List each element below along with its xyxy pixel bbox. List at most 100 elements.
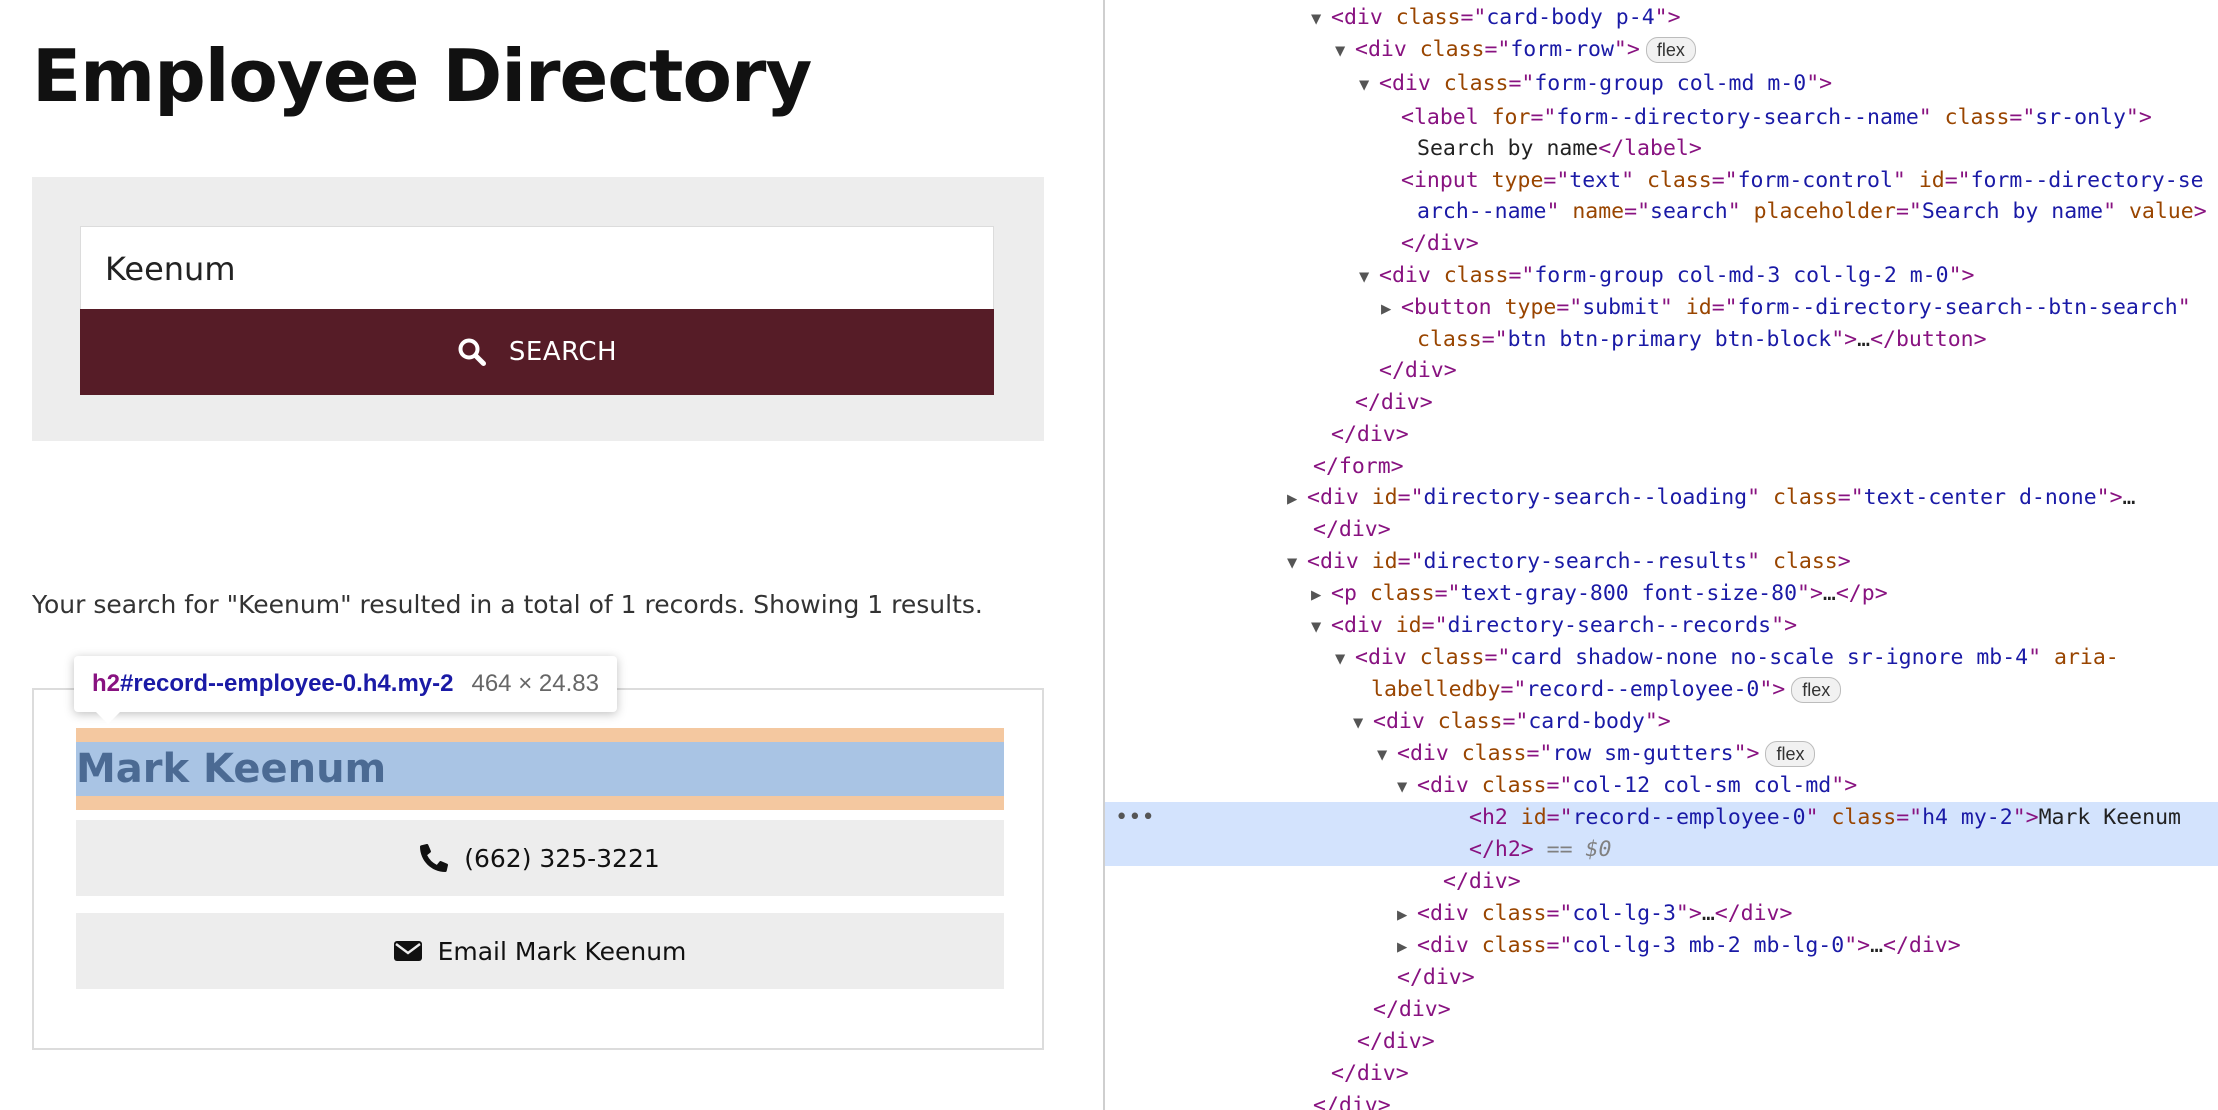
dom-token: row sm-gutters [1552, 741, 1734, 766]
dom-tree-line[interactable]: </div> [1105, 994, 2218, 1026]
dom-tree-line[interactable]: ▶ <div class="col-lg-3">…</div> [1105, 898, 2218, 930]
dom-token: <h2 [1469, 805, 1521, 830]
dom-tree-line[interactable]: ▼ <div class="card-body"> [1105, 706, 2218, 738]
dom-token: "> [1797, 581, 1823, 606]
collapse-triangle-icon[interactable]: ▼ [1359, 261, 1379, 293]
dom-tree-line[interactable]: </div> [1105, 962, 2218, 994]
expand-triangle-icon[interactable]: ▶ [1381, 293, 1401, 325]
dom-token: card-body [1528, 709, 1645, 734]
dom-token: </div> [1355, 390, 1433, 415]
dom-tree-line[interactable]: arch--name" name="search" placeholder="S… [1105, 196, 2218, 228]
dom-token: =" [1530, 105, 1557, 130]
dom-token: =" [1895, 199, 1922, 224]
collapse-triangle-icon[interactable]: ▼ [1287, 547, 1307, 579]
expand-triangle-icon[interactable]: ▶ [1397, 931, 1417, 963]
dom-tree-line[interactable]: </div> [1105, 1058, 2218, 1090]
dom-token: id [1371, 485, 1398, 510]
collapse-triangle-icon[interactable]: ▼ [1311, 611, 1331, 643]
dom-token: =" [1502, 709, 1529, 734]
dom-token: id [1918, 168, 1945, 193]
dom-token: =" [1481, 327, 1508, 352]
expand-triangle-icon[interactable]: ▶ [1311, 579, 1331, 611]
dom-token: </div> [1331, 422, 1409, 447]
dom-tree-line[interactable]: </div> [1105, 866, 2218, 898]
dom-tree-line[interactable]: ▼ <div class="card shadow-none no-scale s… [1105, 642, 2218, 674]
search-input[interactable] [80, 226, 994, 311]
collapse-triangle-icon[interactable]: ▼ [1335, 35, 1355, 67]
dom-token: <div [1373, 709, 1438, 734]
employee-name: Mark Keenum [76, 742, 1004, 796]
dom-token: <div [1417, 901, 1482, 926]
dom-token: form-control [1737, 168, 1893, 193]
dom-token: id [1520, 805, 1547, 830]
dom-tree-line[interactable]: labelledby="record--employee-0"> flex [1105, 674, 2218, 706]
dom-token: "> [1831, 327, 1858, 352]
record-card: Mark Keenum (662) 325-3221 Email Mark Ke… [32, 688, 1044, 1050]
collapse-triangle-icon[interactable]: ▼ [1335, 643, 1355, 675]
dom-token: card shadow-none no-scale sr-ignore mb-4 [1510, 645, 2029, 670]
dom-tree-line[interactable]: ▶ <p class="text-gray-800 font-size-80">…… [1105, 578, 2218, 610]
dom-tree-line[interactable]: </div> [1105, 419, 2218, 451]
dom-token: =" [1711, 295, 1738, 320]
more-options-icon[interactable]: ••• [1115, 802, 1155, 834]
dom-token: class [1443, 263, 1509, 288]
dom-node-selected[interactable]: <h2 id="record--employee-0" class="h4 my… [1105, 802, 2218, 834]
dom-tree-line[interactable]: ▼ <div class="form-group col-md m-0"> [1105, 68, 2218, 100]
dom-token: =" [1421, 613, 1448, 638]
dom-tree-line[interactable]: ▶ <button type="submit" id="form--directo… [1105, 292, 2218, 324]
dom-token: type [1491, 168, 1544, 193]
dom-token: " [1727, 199, 1754, 224]
collapse-triangle-icon[interactable]: ▼ [1377, 739, 1397, 771]
dom-tree-line[interactable]: <label for="form--directory-search--name… [1105, 102, 2218, 134]
dom-token: type [1504, 295, 1557, 320]
dom-token: </div> [1401, 231, 1479, 256]
dom-tree-line[interactable]: ▼ <div class="form-group col-md-3 col-lg-… [1105, 260, 2218, 292]
dom-token: =" [1434, 581, 1461, 606]
expand-triangle-icon[interactable]: ▶ [1397, 899, 1417, 931]
dom-node-selected[interactable]: </h2> == $0 [1105, 834, 2218, 866]
collapse-triangle-icon[interactable]: ▼ [1359, 69, 1379, 101]
dom-tree-line[interactable]: </div> [1105, 1090, 2218, 1110]
dom-tree-line[interactable]: ▼ <div class="col-12 col-sm col-md"> [1105, 770, 2218, 802]
dom-tree-line[interactable]: </div> [1105, 514, 2218, 546]
collapse-triangle-icon[interactable]: ▼ [1311, 3, 1331, 35]
dom-tree-line[interactable]: </div> [1105, 1026, 2218, 1058]
dom-tree-line[interactable]: </form> [1105, 451, 2218, 483]
dom-tree-line[interactable]: ▼ <div class="card-body p-4"> [1105, 2, 2218, 34]
dom-token: col-lg-3 [1572, 901, 1676, 926]
result-summary: Your search for "Keenum" resulted in a t… [32, 590, 983, 619]
dom-tree-line[interactable]: <input type="text" class="form-control" … [1105, 165, 2218, 197]
dom-token: class [1395, 5, 1461, 30]
flex-badge[interactable]: flex [1765, 741, 1816, 767]
dom-token: form-row [1510, 37, 1614, 62]
padding-highlight-bottom [76, 796, 1004, 810]
dom-token: </div> [1379, 358, 1457, 383]
dom-token: search [1650, 199, 1728, 224]
dom-token: Mark Keenum [2038, 805, 2181, 830]
dom-tree-line[interactable]: ▼ <div id="directory-search--results" cla… [1105, 546, 2218, 578]
dom-token: "> [1831, 773, 1858, 798]
dom-token: <div [1307, 549, 1372, 574]
flex-badge[interactable]: flex [1645, 37, 1696, 63]
dom-tree-line[interactable]: ▼ <div class="form-row"> flex [1105, 34, 2218, 66]
dom-tree-line[interactable]: Search by name</label> [1105, 133, 2218, 165]
expand-triangle-icon[interactable]: ▶ [1287, 483, 1307, 515]
dom-tree-line[interactable]: ▼ <div class="row sm-gutters"> flex [1105, 738, 2218, 770]
screenshot-root: Employee Directory SEARCH Your search fo… [0, 0, 2218, 1110]
dom-tree-line[interactable]: ▶ <div class="col-lg-3 mb-2 mb-lg-0">…</d… [1105, 930, 2218, 962]
flex-badge[interactable]: flex [1791, 677, 1842, 703]
dom-token: … [1822, 581, 1836, 606]
phone-button[interactable]: (662) 325-3221 [76, 820, 1004, 896]
dom-token: class [1369, 581, 1435, 606]
dom-tree-line[interactable]: </div> [1105, 228, 2218, 260]
dom-tree-line[interactable]: </div> [1105, 387, 2218, 419]
dom-tree-line[interactable]: ▼ <div id="directory-search--records"> [1105, 610, 2218, 642]
dom-tree-line[interactable]: class="btn btn-primary btn-block">…</but… [1105, 324, 2218, 356]
collapse-triangle-icon[interactable]: ▼ [1397, 771, 1417, 803]
search-button[interactable]: SEARCH [80, 309, 994, 395]
dom-token: " [1747, 485, 1774, 510]
collapse-triangle-icon[interactable]: ▼ [1353, 707, 1373, 739]
email-button[interactable]: Email Mark Keenum [76, 913, 1004, 989]
dom-tree-line[interactable]: ▶ <div id="directory-search--loading" cla… [1105, 482, 2218, 514]
dom-tree-line[interactable]: </div> [1105, 355, 2218, 387]
